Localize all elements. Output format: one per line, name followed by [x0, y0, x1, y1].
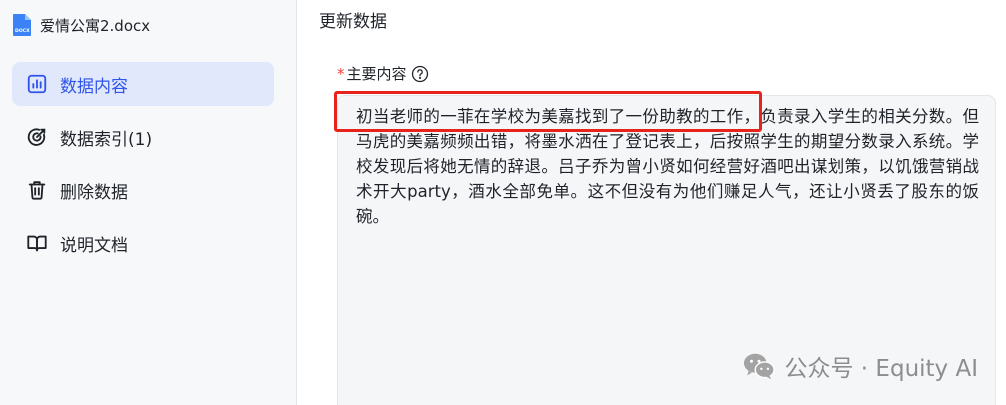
- question-circle-icon[interactable]: [411, 65, 429, 83]
- sidebar-item-label: 说明文档: [60, 235, 128, 256]
- content-field-label: * 主要内容: [337, 63, 429, 84]
- file-header: DOCX 爱情公寓2.docx: [12, 12, 150, 38]
- docx-file-icon: DOCX: [13, 14, 31, 36]
- bar-chart-icon: [27, 74, 47, 94]
- sidebar-nav: 数据内容 数据索引(1) 删除数据 说明文档: [12, 62, 274, 274]
- target-icon: [27, 128, 46, 146]
- sidebar-item-label: 数据内容: [60, 76, 128, 97]
- sidebar-item-data-index[interactable]: 数据索引(1): [12, 115, 274, 159]
- sidebar: DOCX 爱情公寓2.docx 数据内容 数据索引(1) 删除数据 说明文档: [0, 0, 297, 405]
- trash-icon: [28, 181, 46, 200]
- app-window: DOCX 爱情公寓2.docx 数据内容 数据索引(1) 删除数据 说明文档 更…: [0, 0, 1006, 405]
- sidebar-item-label: 删除数据: [60, 182, 128, 203]
- main-panel: 更新数据 * 主要内容 初当老师的一菲在学校为美嘉找到了一份助教的工作，负责录入…: [297, 0, 1006, 405]
- docx-icon-text: DOCX: [15, 28, 30, 34]
- required-mark: *: [337, 64, 345, 83]
- field-label-text: 主要内容: [346, 65, 407, 83]
- watermark-text: 公众号 · Equity AI: [784, 356, 979, 382]
- sidebar-item-docs[interactable]: 说明文档: [12, 221, 274, 265]
- watermark: 公众号 · Equity AI: [743, 349, 979, 383]
- wechat-icon: [743, 353, 775, 380]
- file-name: 爱情公寓2.docx: [40, 16, 151, 35]
- sidebar-item-data-content[interactable]: 数据内容: [12, 62, 274, 106]
- page-title: 更新数据: [319, 12, 387, 32]
- sidebar-item-delete-data[interactable]: 删除数据: [12, 168, 274, 212]
- book-icon: [27, 235, 47, 252]
- sidebar-item-label: 数据索引(1): [60, 129, 153, 150]
